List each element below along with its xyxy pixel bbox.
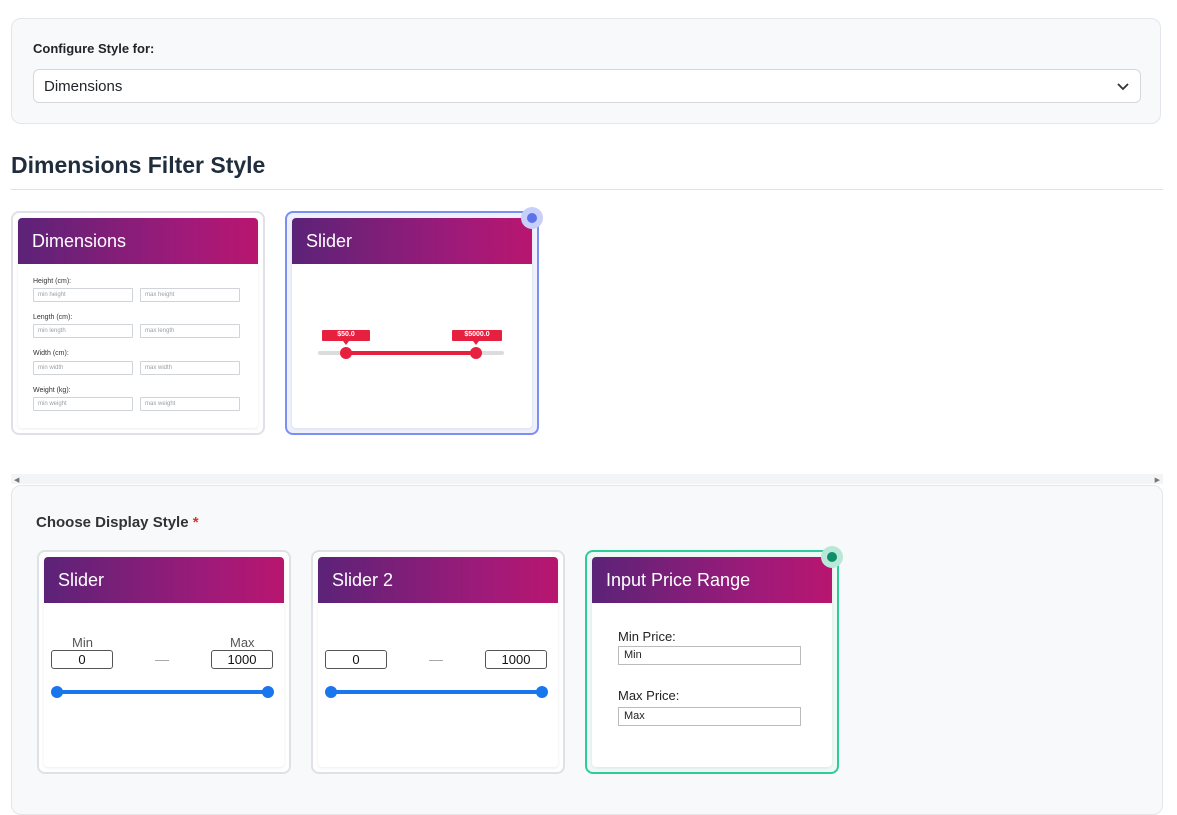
min-value-box: 0 [325,650,387,669]
dim-row-label: Weight (kg): [33,387,71,394]
configure-style-select[interactable]: Dimensions [33,69,1141,103]
dim-min-input: min length [33,324,133,338]
max-label: Max [230,635,255,650]
max-price-label: Max Price: [618,688,680,703]
card-header-title: Slider [292,218,532,264]
range-min-handle [325,686,337,698]
red-range-slider [318,330,504,359]
filter-style-card-dimensions[interactable]: Dimensions Height (cm): min height max h… [11,211,265,435]
slider-max-tag: $5000.0 [464,331,490,338]
card-preview: Slider 2 0 1000 [318,557,558,767]
min-price-input: Min [618,646,801,665]
range-track [57,690,268,694]
card-header-title: Input Price Range [592,557,832,603]
dim-max-input: max length [140,324,240,338]
range-track [331,690,542,694]
range-max-handle [262,686,274,698]
min-label: Min [72,635,93,650]
dim-min-input: min weight [33,397,133,411]
display-style-card-slider[interactable]: Slider Min Max 0 1000 [37,550,291,774]
section-title: Dimensions Filter Style [11,152,266,178]
max-price-input: Max [618,707,801,726]
display-style-card-slider-2[interactable]: Slider 2 0 1000 [311,550,565,774]
card-preview: Slider $50.0 $5000.0 [292,218,532,428]
horizontal-scrollbar[interactable]: ◀ ▶ [11,474,1163,484]
selected-indicator [521,207,543,229]
card-header-title: Slider 2 [318,557,558,603]
required-mark: * [192,514,199,531]
display-style-label-text: Choose Display Style [36,514,189,531]
range-dash [155,660,169,661]
dim-max-input: max weight [140,397,240,411]
section-divider [11,189,1163,190]
filter-style-card-slider[interactable]: Slider $50.0 $5000.0 [285,207,543,435]
card-preview: Slider Min Max 0 1000 [44,557,284,767]
chevron-down-icon [1117,83,1129,91]
range-max-handle [536,686,548,698]
dim-max-input: max width [140,361,240,375]
max-value-box: 1000 [485,650,547,669]
configure-style-panel: Configure Style for: Dimensions [11,18,1161,124]
min-value-box: 0 [51,650,113,669]
dim-max-input: max height [140,288,240,302]
scroll-left-icon[interactable]: ◀ [14,476,19,484]
dim-row-label: Height (cm): [33,278,72,285]
range-min-handle [51,686,63,698]
min-price-label: Min Price: [618,629,676,644]
range-dash [429,660,443,661]
display-style-label: Choose Display Style * [36,514,199,531]
dim-min-input: min width [33,361,133,375]
selected-indicator [821,546,843,568]
card-preview: Dimensions Height (cm): min height max h… [18,218,258,428]
card-header-title: Dimensions [18,218,258,264]
scroll-right-icon[interactable]: ▶ [1155,476,1160,484]
max-value-box: 1000 [211,650,273,669]
slider-min-tag: $50.0 [337,331,355,338]
configure-style-selected-value: Dimensions [44,78,123,95]
card-header-title: Slider [44,557,284,603]
configure-style-label: Configure Style for: [33,41,155,56]
dim-row-label: Length (cm): [33,314,73,321]
dim-min-input: min height [33,288,133,302]
card-preview: Input Price Range Min Price: Min Max Pri… [592,557,832,767]
dim-row-label: Width (cm): [33,350,69,357]
display-style-card-input-price-range[interactable]: Input Price Range Min Price: Min Max Pri… [585,546,843,774]
display-style-panel: Choose Display Style * Slider Min Max 0 … [11,485,1163,815]
